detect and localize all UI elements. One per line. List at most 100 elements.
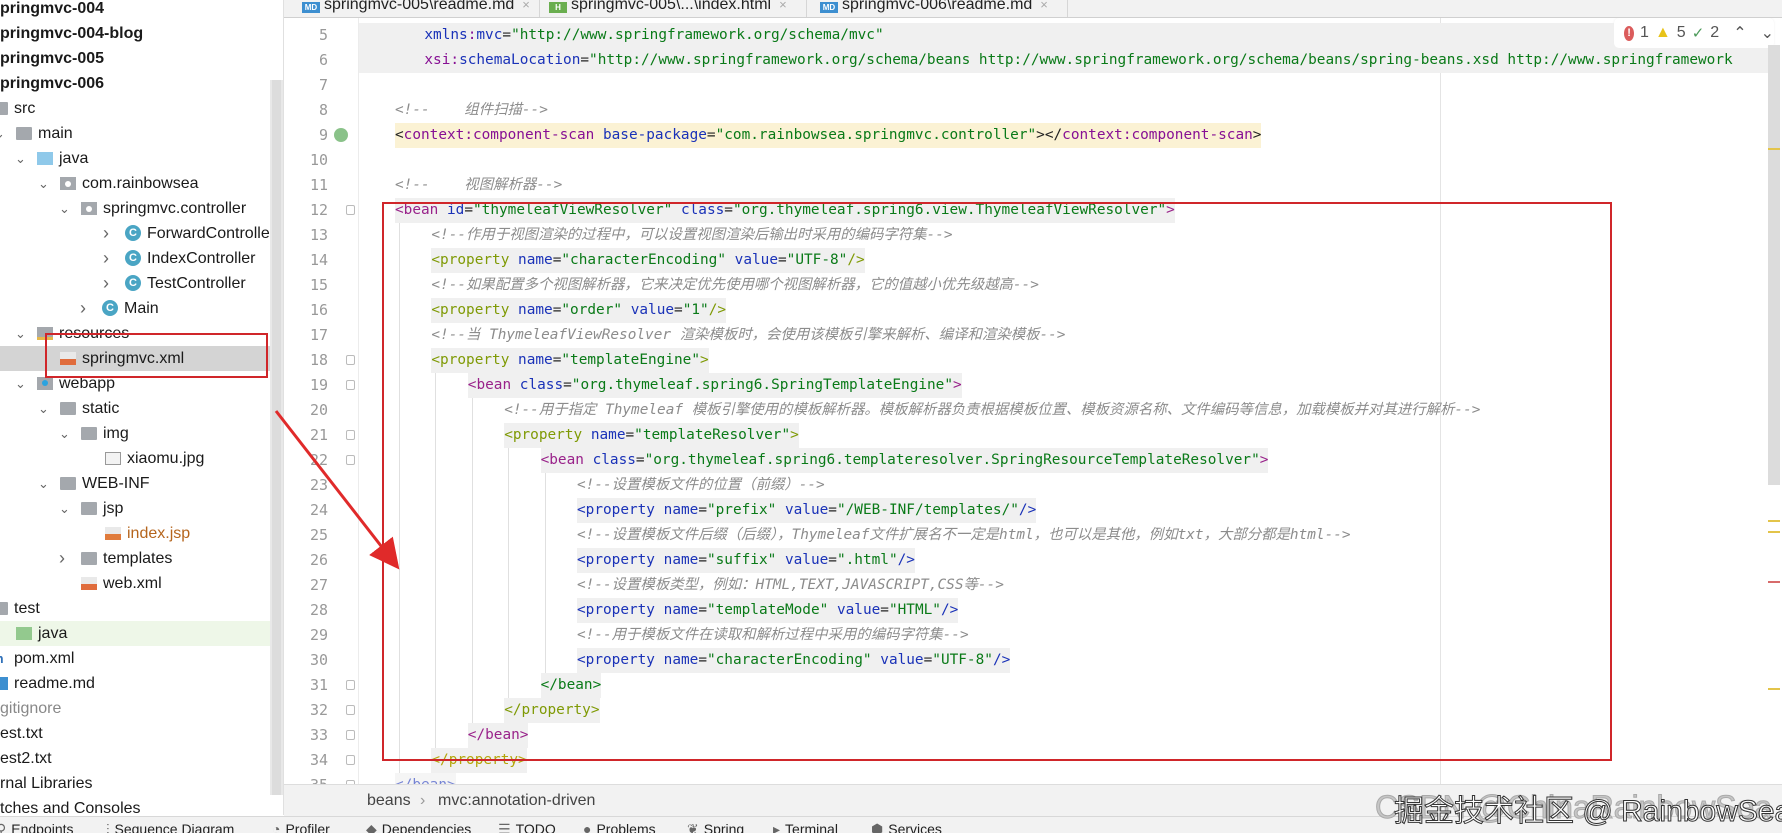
code-line[interactable]: </bean> bbox=[395, 772, 456, 784]
next-problem-button[interactable]: ⌄ bbox=[1761, 23, 1774, 43]
code-editor[interactable]: 5 6 7 8 9 10 11 12 13 14 15 16 17 18 19 20 21 22 23 24 25 26 2… bbox=[284, 18, 1782, 784]
code-line[interactable]: <property name="suffix" value=".html"/> bbox=[577, 547, 915, 573]
tree-item[interactable]: est.txt bbox=[0, 721, 270, 746]
code-line[interactable]: </bean> bbox=[467, 722, 529, 748]
chevron-right-icon[interactable]: › bbox=[103, 271, 109, 296]
tool-window-todo[interactable]: ☰ TODO bbox=[498, 821, 556, 833]
code-line[interactable]: <property name="order" value="1"/> bbox=[431, 297, 727, 323]
sidebar-scrollbar[interactable] bbox=[270, 80, 283, 795]
error-marker[interactable] bbox=[1768, 581, 1780, 583]
tree-item[interactable]: ⌄ img bbox=[0, 421, 270, 446]
tab-close-button[interactable]: × bbox=[779, 0, 787, 12]
code-line[interactable]: <property name = "characterEncoding" value… bbox=[431, 247, 865, 273]
chevron-right-icon[interactable]: › bbox=[80, 296, 86, 321]
tree-item[interactable]: pringmvc-004 bbox=[0, 0, 270, 21]
chevron-down-icon[interactable]: ⌄ bbox=[0, 121, 5, 146]
spring-bean-icon[interactable] bbox=[334, 127, 348, 142]
code-line[interactable]: </property> bbox=[504, 697, 600, 723]
tab-close-button[interactable]: × bbox=[1040, 0, 1048, 12]
code-line[interactable]: xsi:schemaLocation="http://www.springfra… bbox=[424, 48, 1732, 73]
tree-item[interactable]: ⌄ java bbox=[0, 146, 270, 171]
editor-tab[interactable]: MD springmvc-005\readme.md × bbox=[298, 0, 540, 17]
tree-item[interactable]: ⌄ main bbox=[0, 121, 270, 146]
fold-icon[interactable] bbox=[346, 679, 355, 690]
tool-window-profiler[interactable]: ◔ Profiler bbox=[272, 821, 330, 833]
warning-marker[interactable] bbox=[1768, 531, 1780, 533]
code-line[interactable]: <!--用于模板文件在读取和解析过程中采用的编码字符集--> bbox=[577, 623, 969, 648]
tree-item[interactable]: est2.txt bbox=[0, 746, 270, 771]
tab-close-button[interactable]: × bbox=[522, 0, 530, 12]
tree-item[interactable]: springmvc.xml bbox=[0, 346, 270, 371]
tree-item[interactable]: pringmvc-006 bbox=[0, 71, 270, 96]
breadcrumb-item-annotation-driven[interactable]: mvc:annotation-driven bbox=[438, 785, 595, 817]
code-line[interactable]: <!-- 视图解析器--> bbox=[395, 173, 562, 198]
code-line[interactable]: <bean class="org.thymeleaf.spring6.templ… bbox=[540, 447, 1269, 473]
tool-window-services[interactable]: ⬢ Services bbox=[871, 821, 942, 833]
tree-item[interactable]: rnal Libraries bbox=[0, 771, 270, 796]
fold-icon[interactable] bbox=[346, 454, 355, 465]
code-line[interactable]: <!-- 组件扫描--> bbox=[395, 98, 548, 123]
code-line[interactable]: <property name="templateMode" value="HTM… bbox=[577, 597, 959, 623]
fold-icon[interactable] bbox=[346, 704, 355, 715]
fold-icon[interactable] bbox=[346, 354, 355, 365]
chevron-right-icon[interactable]: › bbox=[59, 546, 65, 571]
tool-window-problems[interactable]: ● Problems bbox=[583, 821, 656, 833]
tree-item[interactable]: web.xml bbox=[0, 571, 270, 596]
warning-marker[interactable] bbox=[1768, 148, 1780, 150]
chevron-down-icon[interactable]: ⌄ bbox=[38, 396, 49, 421]
code-line[interactable]: <context:component-scan base-package="co… bbox=[395, 122, 1262, 148]
breadcrumb-item-beans[interactable]: beans bbox=[367, 785, 411, 817]
code-line[interactable]: <property name="templateEngine"> bbox=[431, 347, 709, 373]
fold-icon[interactable] bbox=[346, 204, 355, 215]
tree-item[interactable]: ⌄ static bbox=[0, 396, 270, 421]
fold-icon[interactable] bbox=[346, 429, 355, 440]
tree-item[interactable]: readme.md bbox=[0, 671, 270, 696]
tree-item[interactable]: pringmvc-004-blog bbox=[0, 21, 270, 46]
tree-item[interactable]: ⌄ webapp bbox=[0, 371, 270, 396]
fold-icon[interactable] bbox=[346, 379, 355, 390]
code-line[interactable]: <!--作用于视图渲染的过程中，可以设置视图渲染后输出时采用的编码字符集--> bbox=[431, 223, 952, 248]
code-line[interactable]: <!--设置模板文件后缀（后缀），Thymeleaf文件扩展名不一定是html，… bbox=[577, 523, 1351, 548]
code-line[interactable]: <!--设置模板类型，例如：HTML,TEXT,JAVASCRIPT,CSS等-… bbox=[577, 573, 1004, 598]
tree-item[interactable]: › C ForwardController bbox=[0, 221, 275, 246]
code-line[interactable]: <!--当 ThymeleafViewResolver 渲染模板时，会使用该模板… bbox=[431, 323, 1065, 348]
chevron-down-icon[interactable]: ⌄ bbox=[59, 421, 70, 446]
code-line[interactable]: <property name="prefix" value="/WEB-INF/… bbox=[577, 497, 1037, 523]
code-line[interactable]: <property name="templateResolver"> bbox=[504, 422, 799, 448]
chevron-down-icon[interactable]: ⌄ bbox=[15, 371, 26, 396]
tree-item[interactable]: ⌄ com.rainbowsea bbox=[0, 171, 270, 196]
tree-item[interactable]: java bbox=[0, 621, 270, 646]
tree-item[interactable]: pringmvc-005 bbox=[0, 46, 270, 71]
tree-item[interactable]: ⌄ jsp bbox=[0, 496, 270, 521]
editor-scrollbar[interactable] bbox=[1768, 45, 1780, 485]
tree-item[interactable]: m pom.xml bbox=[0, 646, 270, 671]
tree-item[interactable]: ⌄ springmvc.controller bbox=[0, 196, 270, 221]
tree-item[interactable]: ⌄ WEB-INF bbox=[0, 471, 270, 496]
chevron-down-icon[interactable]: ⌄ bbox=[59, 496, 70, 521]
chevron-down-icon[interactable]: ⌄ bbox=[15, 321, 26, 346]
tree-item[interactable]: test bbox=[0, 596, 270, 621]
tree-item[interactable]: src bbox=[0, 96, 270, 121]
chevron-down-icon[interactable]: ⌄ bbox=[59, 196, 70, 221]
editor-tab[interactable]: Hspringmvc-005\...\index.html × bbox=[545, 0, 807, 17]
code-line[interactable]: <!--用于指定 Thymeleaf 模板引擎使用的模板解析器。模板解析器负责根… bbox=[504, 398, 1480, 423]
code-line[interactable]: xmlns:mvc="http://www.springframework.or… bbox=[424, 23, 883, 48]
fold-icon[interactable] bbox=[346, 729, 355, 740]
tool-window-endpoints[interactable]: ⚲ Endpoints bbox=[0, 821, 74, 833]
code-line[interactable]: <bean class="org.thymeleaf.spring6.Sprin… bbox=[467, 372, 962, 398]
code-line[interactable]: <!--设置模板文件的位置（前缀）--> bbox=[577, 473, 825, 498]
code-line[interactable]: </bean> bbox=[540, 672, 602, 698]
tree-item[interactable]: › templates bbox=[0, 546, 270, 571]
tree-item[interactable]: index.jsp bbox=[0, 521, 270, 546]
tree-item[interactable]: › C Main bbox=[0, 296, 270, 321]
inspection-widget[interactable]: ! 1 ▲ 5 ✓ 2 ⌃ ⌄ bbox=[1614, 18, 1774, 48]
previous-problem-button[interactable]: ⌃ bbox=[1733, 23, 1746, 43]
editor-tab[interactable]: MD springmvc-006\readme.md × bbox=[816, 0, 1068, 17]
chevron-right-icon[interactable]: › bbox=[103, 221, 109, 246]
tree-item[interactable]: gitignore bbox=[0, 696, 270, 721]
tool-window-dependencies[interactable]: ◆ Dependencies bbox=[366, 821, 471, 833]
chevron-down-icon[interactable]: ⌄ bbox=[38, 171, 49, 196]
warning-marker[interactable] bbox=[1768, 688, 1780, 690]
tree-item[interactable]: › C IndexController bbox=[0, 246, 270, 271]
chevron-down-icon[interactable]: ⌄ bbox=[38, 471, 49, 496]
